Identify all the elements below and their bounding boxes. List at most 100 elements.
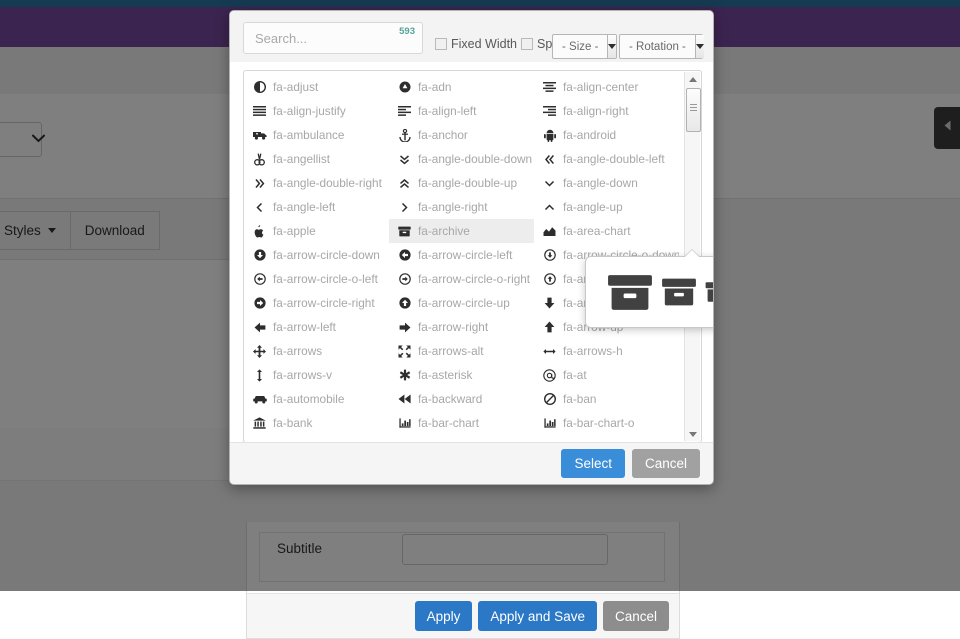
angellist-icon [252,153,267,166]
icon-list-item[interactable]: fa-angle-left [244,195,389,219]
select-button[interactable]: Select [561,449,625,478]
icon-list-item-label: fa-arrow-left [273,320,336,334]
icon-list-item[interactable]: fa-area-chart [534,219,679,243]
icon-list-item[interactable]: fa-arrows-h [534,339,679,363]
android-icon [542,129,557,142]
icon-list-item[interactable]: fa-angle-double-down [389,147,534,171]
arrows-v-icon [252,369,267,382]
icon-list-item[interactable]: fa-bar-chart [389,411,534,435]
arrow-circle-o-down-icon [542,249,557,261]
icon-list-item-label: fa-arrows-v [273,368,332,382]
icon-list-item[interactable]: fa-angle-double-right [244,171,389,195]
angle-left-icon [252,202,267,213]
arrow-down-icon [542,297,557,309]
icon-list-item-label: fa-align-right [563,104,629,118]
apply-and-save-button[interactable]: Apply and Save [478,601,597,631]
icon-list-item-label: fa-ambulance [273,128,344,142]
apple-icon [252,225,267,238]
icon-list-item-label: fa-angle-double-down [418,152,532,166]
icon-list-item-label: fa-arrow-circle-o-right [418,272,530,286]
settings-form-footer: Apply Apply and Save Cancel [247,593,679,638]
icon-list-item-label: fa-bank [273,416,312,430]
angle-up-icon [542,203,557,212]
icon-list-item[interactable]: fa-arrow-circle-o-left [244,267,389,291]
icon-list-item-label: fa-ban [563,392,596,406]
apply-button[interactable]: Apply [415,601,473,631]
fixed-width-label: Fixed Width [451,37,517,51]
search-input[interactable] [244,23,384,53]
adn-icon [397,81,412,93]
arrow-circle-up-icon [397,297,412,309]
chevron-down-icon [607,35,616,58]
icon-list-item-label: fa-align-justify [273,104,346,118]
bar-chart-o-icon [542,418,557,429]
rotation-select[interactable]: - Rotation - [619,34,703,59]
icon-list-item[interactable]: fa-ambulance [244,123,389,147]
icon-list-item[interactable]: fa-angellist [244,147,389,171]
checkbox-box-icon [435,38,447,50]
icon-list-item[interactable]: fa-align-center [534,75,679,99]
icon-picker-toolbar: 593 Fixed Width Spinning - Size - - Rota… [230,11,713,62]
icon-list-item[interactable]: fa-arrows-v [244,363,389,387]
icon-list-item[interactable]: fa-anchor [389,123,534,147]
icon-list-item[interactable]: fa-angle-double-up [389,171,534,195]
scrollbar-thumb[interactable] [686,88,701,132]
icon-list-item[interactable]: fa-angle-right [389,195,534,219]
icon-list-item[interactable]: fa-arrow-circle-up [389,291,534,315]
size-select-value: - Size - [553,35,607,58]
icon-list-item[interactable]: fa-angle-down [534,171,679,195]
icon-list-item[interactable]: fa-arrows [244,339,389,363]
icon-list-item-label: fa-arrow-circle-up [418,296,510,310]
icon-list-item[interactable]: fa-align-justify [244,99,389,123]
icon-list-item-label: fa-adjust [273,80,318,94]
popover-preview-4x [661,277,697,307]
icon-list-item[interactable]: fa-angle-up [534,195,679,219]
icon-list-item[interactable]: fa-arrow-circle-down [244,243,389,267]
size-select[interactable]: - Size - [552,34,617,59]
rotation-select-value: - Rotation - [620,35,695,58]
icon-list-item[interactable]: fa-at [534,363,679,387]
asterisk-icon [397,369,412,381]
arrow-circle-o-left-icon [252,273,267,285]
icon-list-item[interactable]: fa-automobile [244,387,389,411]
icon-list-item[interactable]: fa-arrow-circle-left [389,243,534,267]
arrow-right-icon [397,322,412,333]
automobile-icon [252,395,267,404]
area-chart-icon [542,226,557,237]
angle-double-left-icon [542,154,557,165]
icon-grid: fa-adjust fa-adn fa-align-center fa-align-j… [244,71,680,435]
arrows-h-icon [542,347,557,356]
icon-list-item[interactable]: fa-align-right [534,99,679,123]
align-center-icon [542,82,557,92]
icon-preview-popover [585,256,714,328]
fixed-width-checkbox[interactable]: Fixed Width [435,37,517,51]
icon-list-item-label: fa-align-center [563,80,638,94]
icon-list-item[interactable]: fa-arrow-left [244,315,389,339]
icon-list-item[interactable]: fa-bank [244,411,389,435]
icon-list-item[interactable]: fa-asterisk [389,363,534,387]
icon-list-item[interactable]: fa-backward [389,387,534,411]
icon-list-item[interactable]: fa-arrow-circle-right [244,291,389,315]
scroll-up-arrow-icon[interactable] [685,72,700,86]
arrow-left-icon [252,322,267,333]
icon-list-item[interactable]: fa-archive [389,219,534,243]
icon-list-item[interactable]: fa-adjust [244,75,389,99]
bank-icon [252,417,267,429]
icon-list-item[interactable]: fa-apple [244,219,389,243]
icon-list-item[interactable]: fa-arrow-circle-o-right [389,267,534,291]
icon-list-item[interactable]: fa-adn [389,75,534,99]
icon-list-item[interactable]: fa-arrows-alt [389,339,534,363]
icon-list-item[interactable]: fa-arrow-right [389,315,534,339]
align-left-icon [397,106,412,116]
icon-list-item[interactable]: fa-ban [534,387,679,411]
icon-list-item-label: fa-angellist [273,152,330,166]
icon-list-item[interactable]: fa-align-left [389,99,534,123]
scroll-down-arrow-icon[interactable] [685,427,700,441]
cancel-button[interactable]: Cancel [632,449,700,478]
icon-list-item[interactable]: fa-android [534,123,679,147]
arrow-circle-right-icon [252,297,267,309]
icon-list-item[interactable]: fa-angle-double-left [534,147,679,171]
icon-picker-footer: Select Cancel [230,442,713,484]
form-cancel-button[interactable]: Cancel [603,601,669,631]
icon-list-item[interactable]: fa-bar-chart-o [534,411,679,435]
